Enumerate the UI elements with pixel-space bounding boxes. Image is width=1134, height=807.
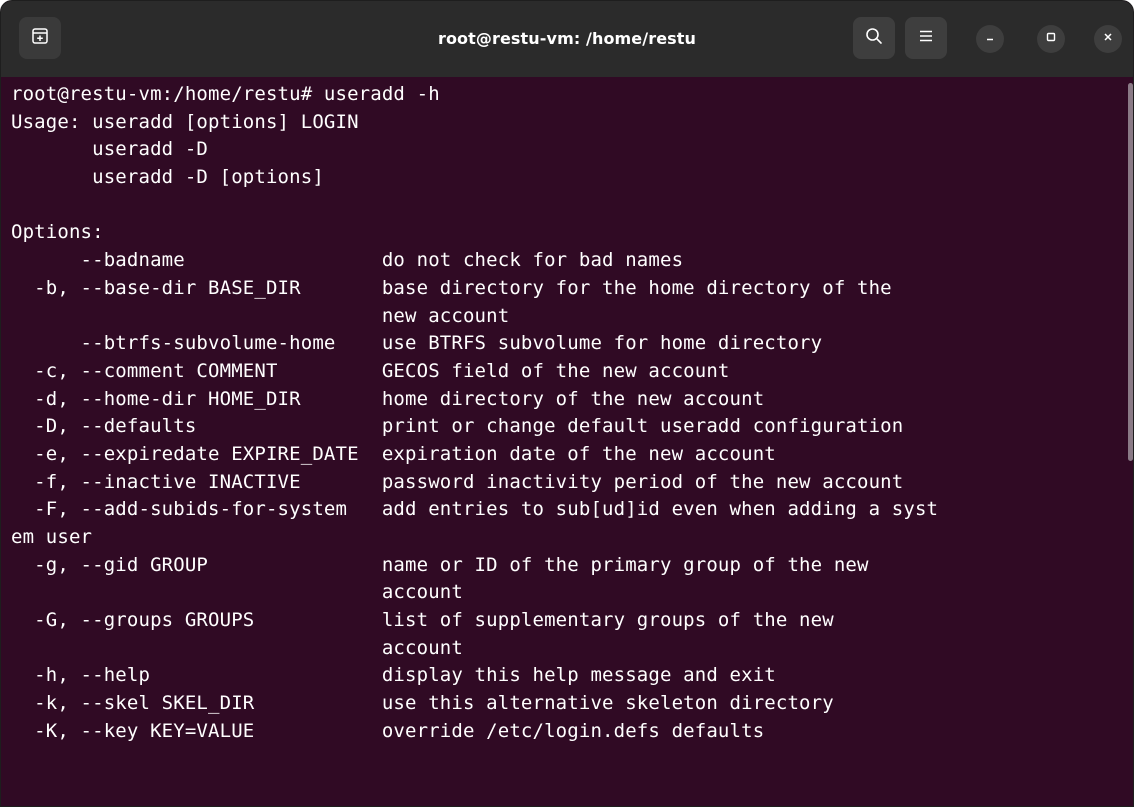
terminal-line: --btrfs-subvolume-home use BTRFS subvolu…	[11, 332, 823, 355]
search-icon	[864, 26, 884, 51]
terminal-line: -h, --help display this help message and…	[11, 664, 776, 687]
terminal-line: -G, --groups GROUPS list of supplementar…	[11, 609, 834, 632]
terminal-line: Options:	[11, 221, 104, 244]
minimize-icon	[984, 30, 996, 48]
terminal-output[interactable]: root@restu-vm:/home/restu# useradd -h Us…	[1, 77, 1121, 806]
close-icon	[1102, 30, 1114, 48]
terminal-line: -k, --skel SKEL_DIR use this alternative…	[11, 692, 834, 715]
terminal-line: account	[11, 581, 463, 604]
title-bar[interactable]: root@restu-vm: /home/restu	[1, 1, 1133, 77]
hamburger-menu-icon	[917, 27, 935, 50]
terminal-line: -F, --add-subids-for-system add entries …	[11, 498, 939, 521]
terminal-line: -c, --comment COMMENT GECOS field of the…	[11, 359, 730, 382]
window-title: root@restu-vm: /home/restu	[437, 29, 697, 48]
close-button[interactable]	[1094, 25, 1122, 53]
terminal-line: -f, --inactive INACTIVE password inactiv…	[11, 470, 904, 493]
terminal-line: -d, --home-dir HOME_DIR home directory o…	[11, 387, 765, 410]
terminal-line: useradd -D	[11, 138, 209, 161]
maximize-icon	[1045, 30, 1057, 48]
terminal-line: new account	[11, 304, 510, 327]
maximize-button[interactable]	[1037, 25, 1065, 53]
terminal-line: useradd -D [options]	[11, 166, 324, 189]
minimize-button[interactable]	[976, 25, 1004, 53]
terminal-window: root@restu-vm: /home/restu root@restu-vm…	[0, 0, 1134, 807]
terminal-line: Usage: useradd [options] LOGIN	[11, 110, 359, 133]
terminal-line: -K, --key KEY=VALUE override /etc/login.…	[11, 719, 765, 742]
terminal-line: --badname do not check for bad names	[11, 249, 684, 272]
terminal-line: -e, --expiredate EXPIRE_DATE expiration …	[11, 442, 776, 465]
terminal-line: -D, --defaults print or change default u…	[11, 415, 904, 438]
scrollbar[interactable]	[1125, 77, 1133, 806]
terminal-line: account	[11, 636, 463, 659]
terminal-line: em user	[11, 526, 93, 548]
scrollbar-thumb[interactable]	[1128, 83, 1133, 461]
menu-button[interactable]	[905, 17, 947, 59]
terminal-line: root@restu-vm:/home/restu# useradd -h	[11, 83, 440, 105]
search-button[interactable]	[853, 17, 895, 59]
terminal-line: -b, --base-dir BASE_DIR base directory f…	[11, 276, 892, 299]
terminal-line: -g, --gid GROUP name or ID of the primar…	[11, 553, 869, 576]
